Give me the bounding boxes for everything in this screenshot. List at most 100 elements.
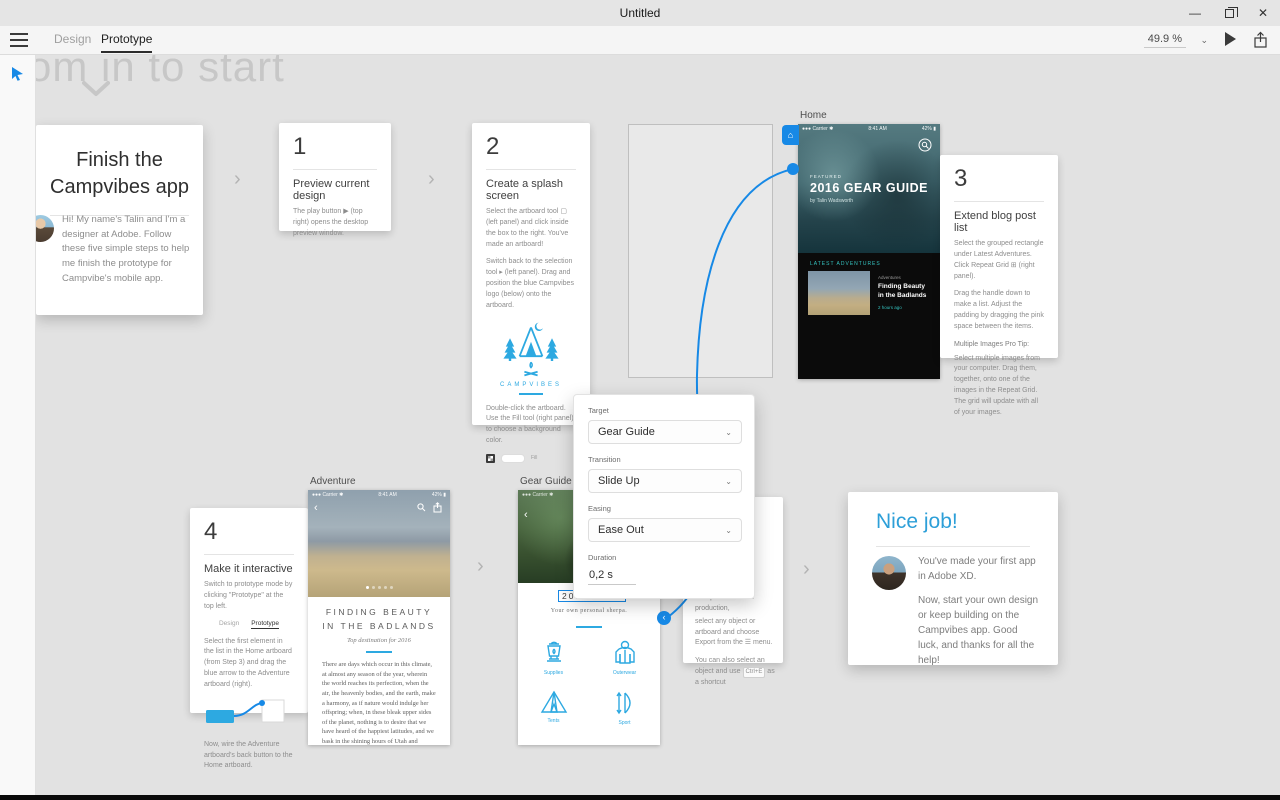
home-artboard[interactable]: ●●● Carrier ✱ 8:41 AM 42% ▮ FEATURED 201… [798,124,940,379]
target-select[interactable]: Gear Guide ⌄ [588,420,742,444]
category-tents[interactable]: Tents [540,690,568,726]
category-label: Outerwear [612,670,637,676]
easing-select[interactable]: Ease Out ⌄ [588,518,742,542]
share-export-button[interactable] [1253,31,1268,49]
step3-card[interactable]: 3 Extend blog post list Select the group… [940,155,1058,416]
adventure-hero-photo [308,490,450,597]
category-outerwear[interactable]: Outerwear [611,640,639,676]
lantern-icon [546,641,561,662]
blog-thumb-photo[interactable] [808,271,870,315]
status-battery: 42% ▮ [431,492,446,498]
step2-number: 2 [486,133,500,160]
step4-number: 4 [204,518,218,545]
chevron-down-icon: ⌄ [725,525,732,535]
duration-label: Duration [588,553,617,562]
fill-color-swatch[interactable] [501,453,525,463]
talin-avatar [872,556,906,590]
restore-button[interactable] [1212,0,1246,26]
flow-chevron-icon: › [477,555,484,577]
flow-chevron-icon: › [234,168,241,190]
mock-tab-prototype: Prototype [251,619,280,629]
selection-tool-button[interactable] [11,66,25,81]
interaction-popover: Target Gear Guide ⌄ Transition Slide Up … [573,394,755,599]
intro-title: Finish the Campvibes app [50,149,189,198]
home-featured-title: 2016 GEAR GUIDE [810,181,928,195]
wire-end-node[interactable]: ‹ [657,611,671,625]
mock-tab-design: Design [218,619,240,627]
intro-card[interactable]: Finish the Campvibes app Hi! My name's T… [36,125,203,315]
step1-card[interactable]: 1 Preview current design The play button… [279,123,391,237]
category-label: Supplies [543,670,564,676]
back-chevron-icon[interactable]: ‹ [524,510,528,521]
transition-select[interactable]: Slide Up ⌄ [588,469,742,493]
step2-card[interactable]: 2 Create a splash screen Select the artb… [472,123,590,463]
nicejob-body-2: Now, start your own design or keep build… [918,595,1039,666]
tab-design[interactable]: Design [54,32,91,46]
step4-card[interactable]: 4 Make it interactive Switch to prototyp… [190,508,308,769]
wire-illustration [204,698,294,732]
blog-title: Finding Beauty in the Badlands [878,283,927,300]
category-sport[interactable]: Sport [613,690,637,726]
left-tool-strip [0,55,36,800]
zoom-level-field[interactable]: 49.9 % [1143,33,1186,48]
step3-tip-title: Multiple Images Pro Tip: [954,340,1030,348]
chevron-down-icon: ⌄ [725,476,732,486]
gearguide-subtitle: Your own personal sherpa. [550,608,628,614]
status-carrier: ●●● Carrier ✱ [802,126,834,132]
close-button[interactable]: ✕ [1246,0,1280,26]
tab-prototype[interactable]: Prototype [101,32,153,53]
share-icon [433,502,442,513]
adventure-artboard[interactable]: ●●● Carrier ✱ 8:41 AM 42% ▮ ‹ FINDING BE… [308,490,450,745]
chevron-down-icon: ⌄ [725,427,732,437]
status-carrier: ●●● Carrier ✱ [522,492,554,498]
empty-artboard[interactable] [628,124,773,378]
step3-title: Extend blog post list [954,210,1036,234]
campvibes-logo-icon[interactable] [498,319,564,379]
step2-body-2: Switch back to the selection tool ▸ (lef… [486,258,574,309]
home-blog-section: LATEST ADVENTURES Adventures Finding Bea… [798,253,940,379]
adventure-title-line1: FINDING BEAUTY [325,607,433,617]
home-artboard-label[interactable]: Home [800,110,827,121]
restore-icon [1224,6,1238,18]
carousel-dots [308,586,450,589]
easing-value: Ease Out [598,524,644,536]
back-chevron-icon[interactable]: ‹ [314,503,318,514]
flow-chevron-icon: › [428,168,435,190]
target-label: Target [588,406,609,415]
zoom-chevron-down-icon[interactable]: ⌄ [1200,35,1208,46]
home-flow-badge-icon[interactable]: ⌂ [782,125,799,145]
home-statusbar: ●●● Carrier ✱ 8:41 AM 42% ▮ [798,124,940,134]
step4-title: Make it interactive [204,563,293,575]
nicejob-body-1: You've made your first app in Adobe XD. [918,556,1036,582]
latest-adventures-label: LATEST ADVENTURES [810,261,881,267]
canvas[interactable]: om in to start Finish the Campvibes app … [36,55,1280,795]
blog-category: Adventures [878,275,901,280]
bottom-edge-bar [0,795,1280,800]
step2-title: Create a splash screen [486,178,564,202]
adventure-artboard-label[interactable]: Adventure [310,476,356,487]
step4-body-1: Switch to prototype mode by clicking "Pr… [204,581,293,610]
duration-field[interactable]: 0,2 s [588,567,636,585]
category-supplies[interactable]: Supplies [542,640,566,676]
step4-body-3: Now, wire the Adventure artboard's back … [204,740,293,770]
target-value: Gear Guide [598,426,655,438]
search-icon [918,138,932,152]
minimize-button[interactable]: — [1178,0,1212,26]
step4-body-2: Select the first element in the list in … [204,637,292,688]
step3-body-2: Drag the handle down to make a list. Adj… [954,290,1044,330]
step2-body-3: Double-click the artboard. Use the Fill … [486,404,574,445]
blog-time: 2 hours ago [878,305,902,310]
tent-icon [540,690,567,713]
play-preview-button[interactable] [1225,32,1236,46]
gearguide-artboard-label[interactable]: Gear Guide [520,476,572,487]
hamburger-menu-icon[interactable] [10,33,28,47]
transition-value: Slide Up [598,475,640,487]
shortcut-key: Ctrl+E [742,667,766,679]
nicejob-card[interactable]: Nice job! You've made your first app in … [848,492,1058,666]
status-battery: 42% ▮ [921,126,936,132]
flow-chevron-icon: › [803,558,810,580]
step1-title: Preview current design [293,178,370,202]
step3-body-1: Select the grouped rectangle under Lates… [954,240,1044,280]
home-byline: by Talin Wadsworth [810,198,854,204]
step1-body: The play button ▶ (top right) opens the … [293,208,369,237]
